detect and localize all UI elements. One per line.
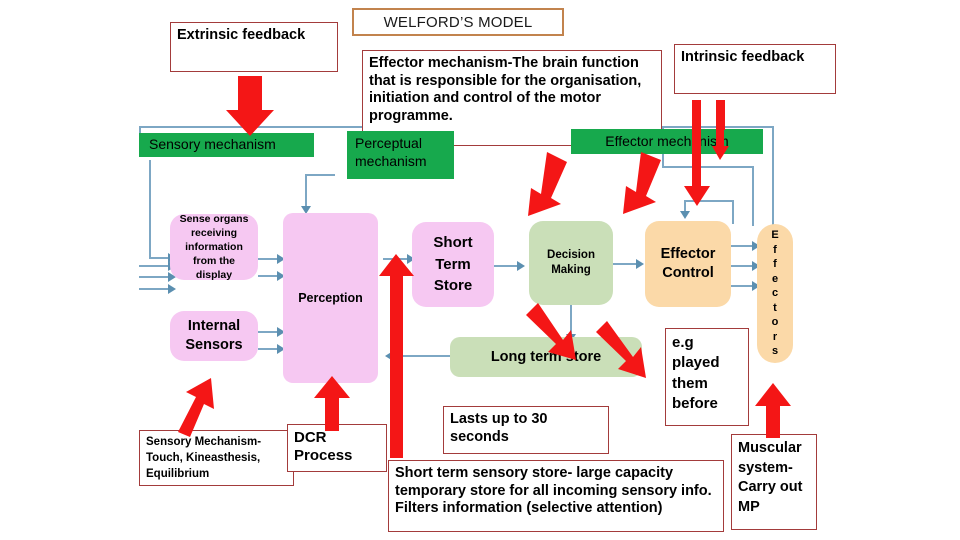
welford-model-diagram: WELFORD’S MODEL Extrinsic feedback Effec…	[0, 0, 960, 540]
callout-dcr-process: DCR Process	[287, 424, 387, 472]
header-perceptual-mechanism: Perceptual mechanism	[347, 131, 454, 179]
node-effector-control: Effector Control	[645, 221, 731, 307]
connector-arrow-decision	[517, 261, 525, 271]
callout-eg-played-them-before: e.g played them before	[665, 328, 749, 426]
connector-sensory-into-sense-organs	[149, 257, 170, 259]
connector-sensory-down	[149, 160, 151, 258]
header-effector-mechanism: Effector mechanism	[571, 129, 763, 154]
node-internal-sensors: Internal Sensors	[170, 311, 258, 361]
red-arrow-muscular-up	[755, 383, 791, 438]
callout-short-term-sensory-store: Short term sensory store- large capacity…	[388, 460, 724, 532]
connector-inner-bracket-top	[662, 166, 754, 168]
node-perception: Perception	[283, 213, 378, 383]
connector-feedback-to-perception	[392, 355, 450, 357]
node-long-term-store: Long term store	[450, 337, 642, 377]
connector-perception-to-sts	[383, 258, 410, 260]
red-arrow-touch-up	[178, 378, 214, 437]
effectors-letter-8: s	[771, 345, 779, 358]
node-sense-organs: Sense organs receiving information from …	[170, 213, 258, 281]
callout-extrinsic-feedback: Extrinsic feedback	[170, 22, 338, 72]
effectors-letter-6: o	[771, 316, 779, 329]
diagram-title: WELFORD’S MODEL	[352, 8, 564, 36]
effectors-letter-2: f	[773, 258, 777, 271]
header-sensory-mechanism: Sensory mechanism	[139, 133, 314, 157]
connector-arrow-perception-feedback	[385, 351, 393, 361]
connector-arrow-effectorcontrol	[636, 259, 644, 269]
connector-outer-bracket-right	[772, 126, 774, 226]
red-arrow-effector-to-control	[623, 152, 661, 214]
node-effectors: E f f e c t o r s	[757, 224, 793, 363]
callout-sensory-touch: Sensory Mechanism-Touch, Kineasthesis, E…	[139, 430, 294, 486]
effectors-letter-0: E	[771, 229, 779, 242]
connector-innermost-bracket-top	[684, 200, 734, 202]
red-arrow-effector-to-decision	[528, 152, 567, 216]
effectors-letter-7: r	[772, 330, 778, 343]
callout-intrinsic-feedback: Intrinsic feedback	[674, 44, 836, 94]
callout-lasts-up-to: Lasts up to 30 seconds	[443, 406, 609, 454]
connector-outer-bracket-top	[662, 126, 774, 128]
connector-decision-to-lts	[570, 305, 572, 337]
effectors-letter-5: t	[773, 301, 777, 314]
connector-left-feed-2	[139, 265, 170, 267]
effectors-letter-3: e	[771, 272, 779, 285]
connector-inner-bracket-right	[752, 166, 754, 226]
connector-innermost-bracket-right	[732, 200, 734, 224]
connector-left-feed-4	[139, 288, 170, 290]
connector-arrow-effectorcontrol-top	[680, 211, 690, 219]
node-short-term-store: Short Term Store	[412, 222, 494, 307]
connector-arrow-sense-organs-4	[168, 284, 176, 294]
effectors-letter-1: f	[773, 243, 777, 256]
node-decision-making: Decision Making	[529, 221, 613, 305]
connector-perceptual-down	[305, 174, 307, 210]
red-arrow-dcr-up	[314, 376, 350, 431]
connector-left-feed-3	[139, 276, 170, 278]
effectors-letter-4: c	[771, 287, 779, 300]
connector-perceptual-rail	[305, 174, 335, 176]
callout-muscular-system: Muscular system-Carry out MP	[731, 434, 817, 530]
